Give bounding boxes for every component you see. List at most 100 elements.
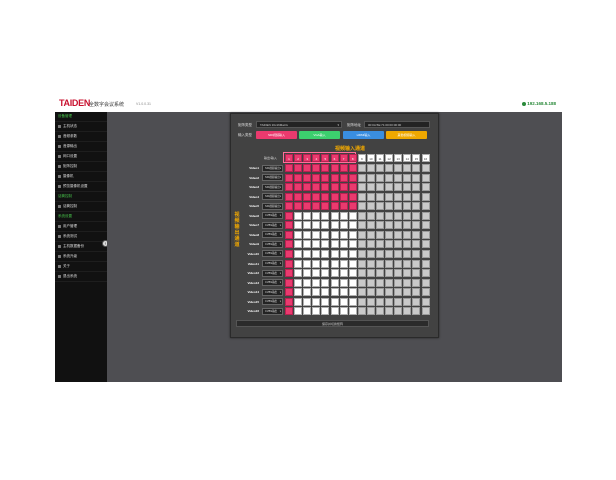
matrix-cell[interactable] xyxy=(376,230,384,239)
matrix-cell[interactable] xyxy=(303,164,312,172)
matrix-cell[interactable] xyxy=(330,164,339,172)
matrix-cell[interactable] xyxy=(321,249,330,258)
matrix-cell[interactable] xyxy=(412,307,421,316)
matrix-cell[interactable] xyxy=(348,240,357,249)
matrix-cell[interactable] xyxy=(348,269,357,278)
matrix-cell[interactable] xyxy=(285,269,293,278)
matrix-cell[interactable] xyxy=(294,211,303,220)
matrix-cell[interactable] xyxy=(312,202,321,211)
matrix-cell[interactable] xyxy=(339,249,348,258)
matrix-cell[interactable] xyxy=(357,249,366,258)
matrix-cell[interactable] xyxy=(339,202,348,211)
sidebar-item[interactable]: 预览摄像机设置 xyxy=(55,182,107,192)
matrix-cell[interactable] xyxy=(321,297,330,306)
matrix-cell[interactable] xyxy=(385,278,394,287)
matrix-cell[interactable] xyxy=(394,202,403,211)
matrix-cell[interactable] xyxy=(321,211,330,220)
matrix-cell[interactable] xyxy=(321,192,330,201)
input-type-button[interactable]: HDMI输入 xyxy=(343,131,384,139)
matrix-cell[interactable] xyxy=(403,259,412,268)
matrix-cell[interactable] xyxy=(421,192,430,201)
matrix-cell[interactable] xyxy=(285,259,293,268)
column-header[interactable]: 11 xyxy=(376,154,384,162)
matrix-cell[interactable] xyxy=(294,230,303,239)
matrix-cell[interactable] xyxy=(321,164,330,172)
matrix-cell[interactable] xyxy=(403,183,412,192)
matrix-cell[interactable] xyxy=(412,278,421,287)
matrix-cell[interactable] xyxy=(394,288,403,297)
matrix-cell[interactable] xyxy=(376,269,384,278)
column-header[interactable]: 14 xyxy=(403,154,412,162)
matrix-cell[interactable] xyxy=(339,259,348,268)
matrix-cell[interactable] xyxy=(357,221,366,230)
matrix-cell[interactable] xyxy=(312,307,321,316)
apply-button[interactable]: 保存并切换矩阵 xyxy=(236,320,429,327)
matrix-cell[interactable] xyxy=(303,278,312,287)
matrix-cell[interactable] xyxy=(321,259,330,268)
matrix-cell[interactable] xyxy=(421,221,430,230)
matrix-cell[interactable] xyxy=(285,297,293,306)
matrix-cell[interactable] xyxy=(303,259,312,268)
row-output-select[interactable]: CVBS输出 ▾ xyxy=(262,250,283,258)
matrix-cell[interactable] xyxy=(357,230,366,239)
matrix-cell[interactable] xyxy=(412,259,421,268)
sidebar-item[interactable]: 话筒控制 xyxy=(55,202,107,212)
matrix-cell[interactable] xyxy=(376,259,384,268)
matrix-cell[interactable] xyxy=(348,211,357,220)
matrix-cell[interactable] xyxy=(348,297,357,306)
matrix-cell[interactable] xyxy=(366,288,375,297)
matrix-cell[interactable] xyxy=(303,307,312,316)
matrix-cell[interactable] xyxy=(366,240,375,249)
matrix-cell[interactable] xyxy=(339,278,348,287)
matrix-cell[interactable] xyxy=(330,221,339,230)
column-header[interactable]: 2 xyxy=(294,154,303,162)
matrix-cell[interactable] xyxy=(303,297,312,306)
matrix-cell[interactable] xyxy=(403,278,412,287)
matrix-cell[interactable] xyxy=(412,173,421,182)
column-header[interactable]: 10 xyxy=(366,154,375,162)
matrix-cell[interactable] xyxy=(348,249,357,258)
matrix-cell[interactable] xyxy=(339,221,348,230)
matrix-cell[interactable] xyxy=(394,221,403,230)
matrix-cell[interactable] xyxy=(294,269,303,278)
row-output-select[interactable]: SDI视频输出 ▾ xyxy=(262,164,283,172)
matrix-cell[interactable] xyxy=(294,183,303,192)
matrix-cell[interactable] xyxy=(285,192,293,201)
matrix-cell[interactable] xyxy=(303,192,312,201)
column-header[interactable]: 3 xyxy=(303,154,312,162)
matrix-cell[interactable] xyxy=(366,202,375,211)
matrix-cell[interactable] xyxy=(385,269,394,278)
matrix-cell[interactable] xyxy=(357,297,366,306)
matrix-cell[interactable] xyxy=(394,269,403,278)
matrix-cell[interactable] xyxy=(321,288,330,297)
matrix-cell[interactable] xyxy=(321,183,330,192)
matrix-cell[interactable] xyxy=(303,230,312,239)
matrix-cell[interactable] xyxy=(421,307,430,316)
matrix-cell[interactable] xyxy=(285,240,293,249)
matrix-cell[interactable] xyxy=(366,297,375,306)
row-output-select[interactable]: CVBS输出 ▾ xyxy=(262,231,283,239)
matrix-cell[interactable] xyxy=(421,297,430,306)
column-header[interactable]: 5 xyxy=(321,154,330,162)
row-output-select[interactable]: CVBS输出 ▾ xyxy=(262,279,283,287)
sidebar-item[interactable]: 网口设置 xyxy=(55,152,107,162)
row-output-select[interactable]: CVBS输出 ▾ xyxy=(262,240,283,248)
matrix-cell[interactable] xyxy=(385,307,394,316)
matrix-cell[interactable] xyxy=(339,297,348,306)
matrix-cell[interactable] xyxy=(385,211,394,220)
matrix-cell[interactable] xyxy=(357,211,366,220)
matrix-cell[interactable] xyxy=(394,240,403,249)
matrix-cell[interactable] xyxy=(376,164,384,172)
matrix-cell[interactable] xyxy=(403,192,412,201)
matrix-cell[interactable] xyxy=(312,173,321,182)
matrix-cell[interactable] xyxy=(403,249,412,258)
matrix-cell[interactable] xyxy=(394,211,403,220)
matrix-cell[interactable] xyxy=(330,240,339,249)
matrix-cell[interactable] xyxy=(285,278,293,287)
matrix-cell[interactable] xyxy=(285,173,293,182)
matrix-cell[interactable] xyxy=(376,288,384,297)
matrix-cell[interactable] xyxy=(285,211,293,220)
row-output-select[interactable]: CVBS输出 ▾ xyxy=(262,288,283,296)
matrix-address-field[interactable]: 00:0A:5E:71:00:00:00:00 xyxy=(364,121,430,128)
matrix-cell[interactable] xyxy=(312,269,321,278)
